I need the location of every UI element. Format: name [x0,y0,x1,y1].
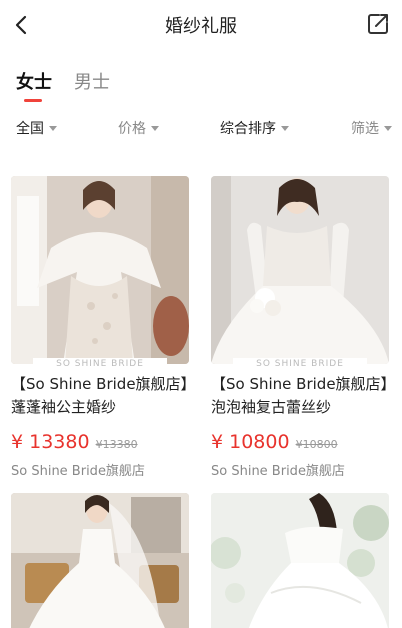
shop-name[interactable]: So Shine Bride旗舰店 [11,460,145,479]
caret-down-icon [384,125,392,131]
brand-watermark: SO SHINE BRIDE [33,358,167,370]
product-image[interactable] [11,176,189,364]
shop-name[interactable]: So Shine Bride旗舰店 [211,460,345,479]
brand-watermark: SO SHINE BRIDE [233,358,367,370]
filter-region[interactable]: 全国 [16,118,57,138]
filter-bar: 全国 价格 综合排序 筛选 [0,118,402,144]
tab-women[interactable]: 女士 [16,68,52,108]
tab-men-label: 男士 [74,72,110,93]
original-price: ¥10800 [295,438,338,451]
top-bar: 婚纱礼服 [0,0,402,50]
caret-down-icon [151,125,159,131]
gender-tabs: 女士 男士 [16,68,132,108]
product-image[interactable] [211,493,389,628]
product-name[interactable]: 【So Shine Bride旗舰店】蓬蓬袖公主婚纱 [11,373,189,419]
active-tab-indicator [24,99,42,102]
price-row: ¥ 13380 ¥13380 [11,431,138,453]
filter-screen[interactable]: 筛选 [351,118,392,138]
filter-price-label: 价格 [118,121,146,137]
filter-sort-label: 综合排序 [220,121,276,137]
product-image[interactable] [11,493,189,628]
page-title: 婚纱礼服 [165,16,237,37]
price-row: ¥ 10800 ¥10800 [211,431,338,453]
product-name[interactable]: 【So Shine Bride旗舰店】泡泡袖复古蕾丝纱 [211,373,389,419]
filter-sort[interactable]: 综合排序 [220,118,289,138]
original-price: ¥13380 [95,438,138,451]
filter-price[interactable]: 价格 [118,118,159,138]
product-image[interactable] [211,176,389,364]
share-icon [368,14,388,34]
filter-screen-label: 筛选 [351,121,379,137]
share-button[interactable] [366,12,392,38]
caret-down-icon [281,125,289,131]
product-price: ¥ 10800 [211,431,290,453]
product-price: ¥ 13380 [11,431,90,453]
tab-women-label: 女士 [16,72,52,93]
caret-down-icon [49,125,57,131]
filter-region-label: 全国 [16,121,44,137]
tab-men[interactable]: 男士 [74,68,110,108]
